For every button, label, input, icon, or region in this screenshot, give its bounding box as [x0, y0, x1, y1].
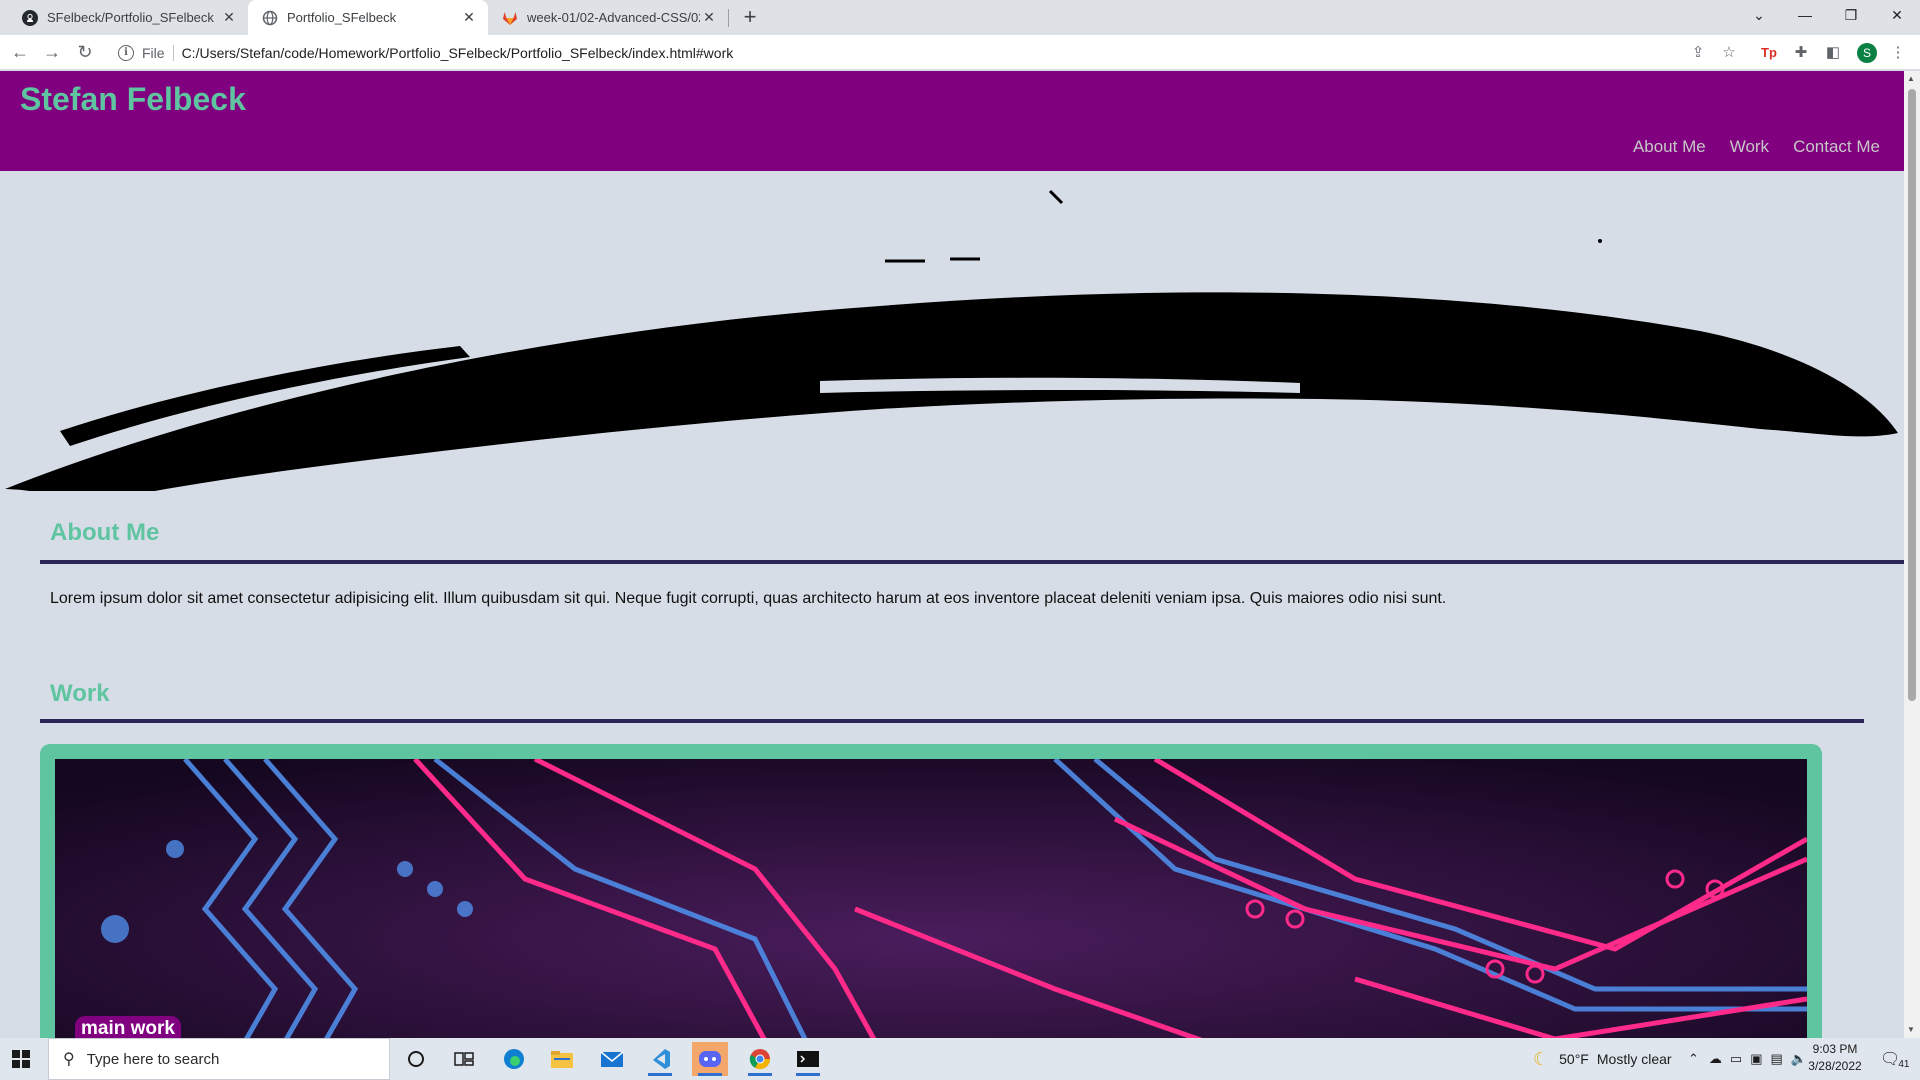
address-bar[interactable]: i File C:/Users/Stefan/code/Homework/Por…	[108, 39, 1728, 66]
page-scrollbar[interactable]: ▲ ▼	[1904, 71, 1920, 1038]
notification-center-icon[interactable]: 🗨 41	[1880, 1038, 1909, 1080]
onedrive-icon[interactable]: ☁	[1709, 1051, 1722, 1067]
scheme-label: File	[142, 44, 165, 61]
extension-tp-icon[interactable]: Tp	[1759, 43, 1779, 63]
weather-condition: Mostly clear	[1596, 1051, 1672, 1067]
search-icon: ⚲	[63, 1051, 75, 1068]
url-text[interactable]: C:/Users/Stefan/code/Homework/Portfolio_…	[182, 45, 734, 61]
omnibox-divider	[172, 44, 174, 61]
site-nav: About Me Work Contact Me	[1633, 137, 1904, 157]
tab-github[interactable]: SFelbeck/Portfolio_SFelbeck ✕	[8, 0, 248, 35]
kebab-menu-icon[interactable]: ⋮	[1888, 43, 1908, 63]
scroll-up-icon[interactable]: ▲	[1907, 74, 1915, 83]
network-icon[interactable]: ▤	[1771, 1051, 1783, 1067]
work-heading: Work	[50, 680, 110, 707]
tab-gitlab[interactable]: week-01/02-Advanced-CSS/02-H ✕	[488, 0, 728, 35]
back-icon[interactable]: ←	[8, 41, 32, 65]
taskbar-search-input[interactable]: ⚲ Type here to search	[48, 1038, 390, 1080]
meet-icon[interactable]: ▣	[1750, 1051, 1762, 1067]
browser-tab-strip: SFelbeck/Portfolio_SFelbeck ✕ Portfolio_…	[0, 0, 1920, 35]
scroll-down-icon[interactable]: ▼	[1907, 1025, 1915, 1034]
tab-search-icon[interactable]: ⌄	[1736, 0, 1782, 32]
nav-link-contact-me[interactable]: Contact Me	[1793, 137, 1880, 157]
tab-divider	[728, 9, 729, 27]
forward-icon[interactable]: →	[40, 41, 64, 65]
hero-brushstroke-image	[5, 189, 1898, 491]
web-page: Stefan Felbeck About Me Work Contact Me …	[0, 71, 1904, 1038]
terminal-icon[interactable]	[790, 1042, 826, 1076]
moon-icon: ☾	[1533, 1048, 1550, 1069]
share-icon[interactable]: ⇪	[1688, 43, 1708, 63]
side-panel-icon[interactable]: ◧	[1823, 43, 1843, 63]
tab-title: SFelbeck/Portfolio_SFelbeck	[47, 10, 214, 25]
chevron-up-icon[interactable]: ⌃	[1688, 1051, 1699, 1067]
tab-title: Portfolio_SFelbeck	[287, 10, 397, 25]
close-icon[interactable]: ✕	[700, 9, 718, 26]
minimize-icon[interactable]: —	[1782, 0, 1828, 32]
info-icon[interactable]: i	[118, 44, 134, 61]
vscode-icon[interactable]	[642, 1042, 678, 1076]
weather-widget[interactable]: ☾ 50°F Mostly clear	[1533, 1038, 1672, 1080]
notification-count: 41	[1898, 1058, 1910, 1070]
main-work-label: main work	[75, 1016, 181, 1038]
nav-link-about-me[interactable]: About Me	[1633, 137, 1706, 157]
close-icon[interactable]: ✕	[220, 9, 238, 26]
window-close-icon[interactable]: ✕	[1874, 0, 1920, 32]
mail-icon[interactable]	[594, 1042, 630, 1076]
scrollbar-thumb[interactable]	[1908, 89, 1916, 701]
windows-start-icon[interactable]	[12, 1050, 30, 1068]
tab-title: week-01/02-Advanced-CSS/02-H	[527, 10, 700, 25]
about-me-heading: About Me	[50, 519, 160, 546]
site-header: Stefan Felbeck About Me Work Contact Me	[0, 71, 1904, 171]
system-tray: ⌃ ☁ ▭ ▣ ▤ 🔈	[1688, 1038, 1807, 1080]
discord-icon[interactable]	[692, 1042, 728, 1076]
browser-toolbar: ← → ↻ i File C:/Users/Stefan/code/Homewo…	[0, 35, 1920, 70]
gitlab-icon	[502, 10, 518, 26]
extensions-puzzle-icon[interactable]: ✚	[1791, 43, 1811, 63]
bookmark-star-icon[interactable]: ☆	[1719, 43, 1739, 63]
profile-avatar[interactable]: S	[1857, 43, 1877, 63]
chrome-icon[interactable]	[742, 1042, 778, 1076]
site-title: Stefan Felbeck	[20, 81, 246, 117]
circuit-board-image	[55, 759, 1807, 1038]
clock-date: 3/28/2022	[1808, 1059, 1862, 1073]
clock-time: 9:03 PM	[1812, 1042, 1858, 1056]
taskbar-clock[interactable]: 9:03 PM 3/28/2022	[1800, 1041, 1870, 1075]
work-divider	[40, 719, 1864, 723]
close-icon[interactable]: ✕	[460, 9, 478, 26]
search-placeholder: Type here to search	[86, 1050, 220, 1068]
work-circuit-image[interactable]	[55, 759, 1807, 1038]
file-explorer-icon[interactable]	[544, 1042, 580, 1076]
task-view-icon[interactable]	[446, 1042, 482, 1076]
tab-portfolio[interactable]: Portfolio_SFelbeck ✕	[248, 0, 488, 35]
edge-icon[interactable]	[496, 1042, 532, 1076]
weather-temp: 50°F	[1559, 1051, 1589, 1067]
github-icon	[22, 9, 38, 26]
globe-icon	[262, 10, 278, 26]
restore-icon[interactable]: ❐	[1828, 0, 1874, 32]
about-me-divider	[40, 560, 1904, 564]
reload-icon[interactable]: ↻	[73, 41, 97, 65]
new-tab-button[interactable]: +	[738, 6, 762, 30]
windows-taskbar: ⚲ Type here to search ☾ 50°F Mostly clea…	[0, 1038, 1920, 1080]
about-me-text: Lorem ipsum dolor sit amet consectetur a…	[50, 590, 1447, 607]
notification-icon: 🗨	[1880, 1051, 1901, 1068]
cortana-icon[interactable]	[398, 1042, 434, 1076]
drive-icon[interactable]: ▭	[1730, 1051, 1742, 1067]
nav-link-work[interactable]: Work	[1730, 137, 1769, 157]
